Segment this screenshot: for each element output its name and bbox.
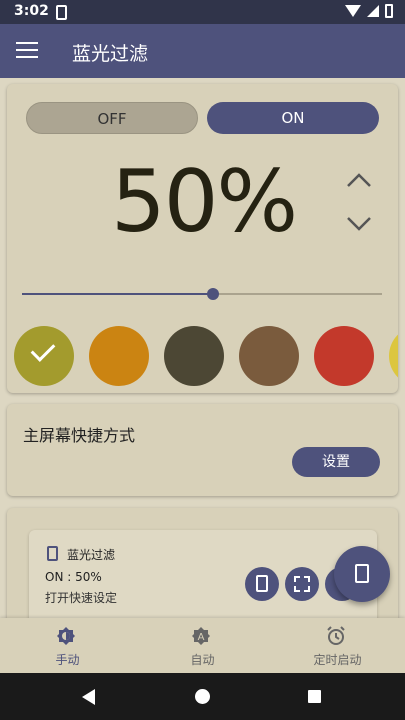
hamburger-menu-icon[interactable]: [16, 42, 38, 60]
checkmark-icon: [30, 337, 56, 362]
color-swatch[interactable]: [164, 326, 224, 386]
chevron-up-icon[interactable]: [346, 170, 372, 190]
status-time: 3:02: [14, 3, 49, 19]
widget-fullscreen-button[interactable]: [285, 567, 319, 601]
fullscreen-icon: [294, 576, 310, 592]
chevron-down-icon[interactable]: [346, 214, 372, 234]
auto-brightness-icon: A: [192, 627, 210, 645]
intensity-percent: 50%: [111, 152, 298, 252]
widget-subtitle: 打开快速设定: [45, 591, 118, 605]
nav-item-schedule[interactable]: 定时启动: [270, 618, 405, 673]
nav-label-auto: 自动: [190, 653, 215, 667]
widget-title: 蓝光过滤: [67, 548, 116, 562]
notification-phone-icon: [56, 5, 67, 20]
color-swatch[interactable]: [389, 326, 398, 386]
shortcut-title: 主屏幕快捷方式: [23, 426, 136, 445]
off-toggle-button[interactable]: OFF: [26, 102, 198, 134]
phone-icon: [47, 546, 58, 561]
on-toggle-button[interactable]: ON: [207, 102, 379, 134]
color-swatch[interactable]: [14, 326, 74, 386]
color-swatch[interactable]: [314, 326, 374, 386]
home-icon[interactable]: [195, 689, 210, 704]
settings-button[interactable]: 设置: [292, 447, 380, 477]
svg-text:A: A: [198, 632, 205, 643]
status-icons: [345, 4, 393, 18]
brightness-icon: [57, 627, 75, 645]
back-icon[interactable]: [82, 689, 95, 705]
shortcut-card: 主屏幕快捷方式 设置: [7, 404, 398, 496]
widget-status: ON : 50%: [45, 570, 102, 584]
battery-icon: [385, 4, 393, 18]
recents-icon[interactable]: [308, 690, 321, 703]
wifi-icon: [345, 5, 361, 17]
intensity-slider[interactable]: [22, 288, 382, 300]
nav-item-auto[interactable]: A 自动: [135, 618, 270, 673]
nav-label-manual: 手动: [55, 653, 80, 667]
slider-fill: [22, 293, 213, 295]
system-nav-bar: [0, 673, 405, 720]
filter-card: OFF ON 50%: [7, 84, 398, 393]
app-bar: 蓝光过滤: [0, 24, 405, 78]
alarm-clock-icon: [327, 626, 345, 645]
nav-label-schedule: 定时启动: [313, 653, 362, 667]
bottom-nav: 手动 A 自动 定时启动: [0, 618, 405, 673]
floating-action-button[interactable]: [334, 546, 390, 602]
phone-icon: [355, 564, 369, 583]
nav-item-manual[interactable]: 手动: [0, 618, 135, 673]
signal-icon: [367, 5, 379, 17]
status-bar: 3:02: [0, 0, 405, 24]
page-title: 蓝光过滤: [72, 43, 149, 65]
widget-filter-button[interactable]: [245, 567, 279, 601]
slider-thumb[interactable]: [206, 288, 219, 300]
color-swatch[interactable]: [89, 326, 149, 386]
color-swatch[interactable]: [239, 326, 299, 386]
phone-icon: [256, 575, 268, 592]
